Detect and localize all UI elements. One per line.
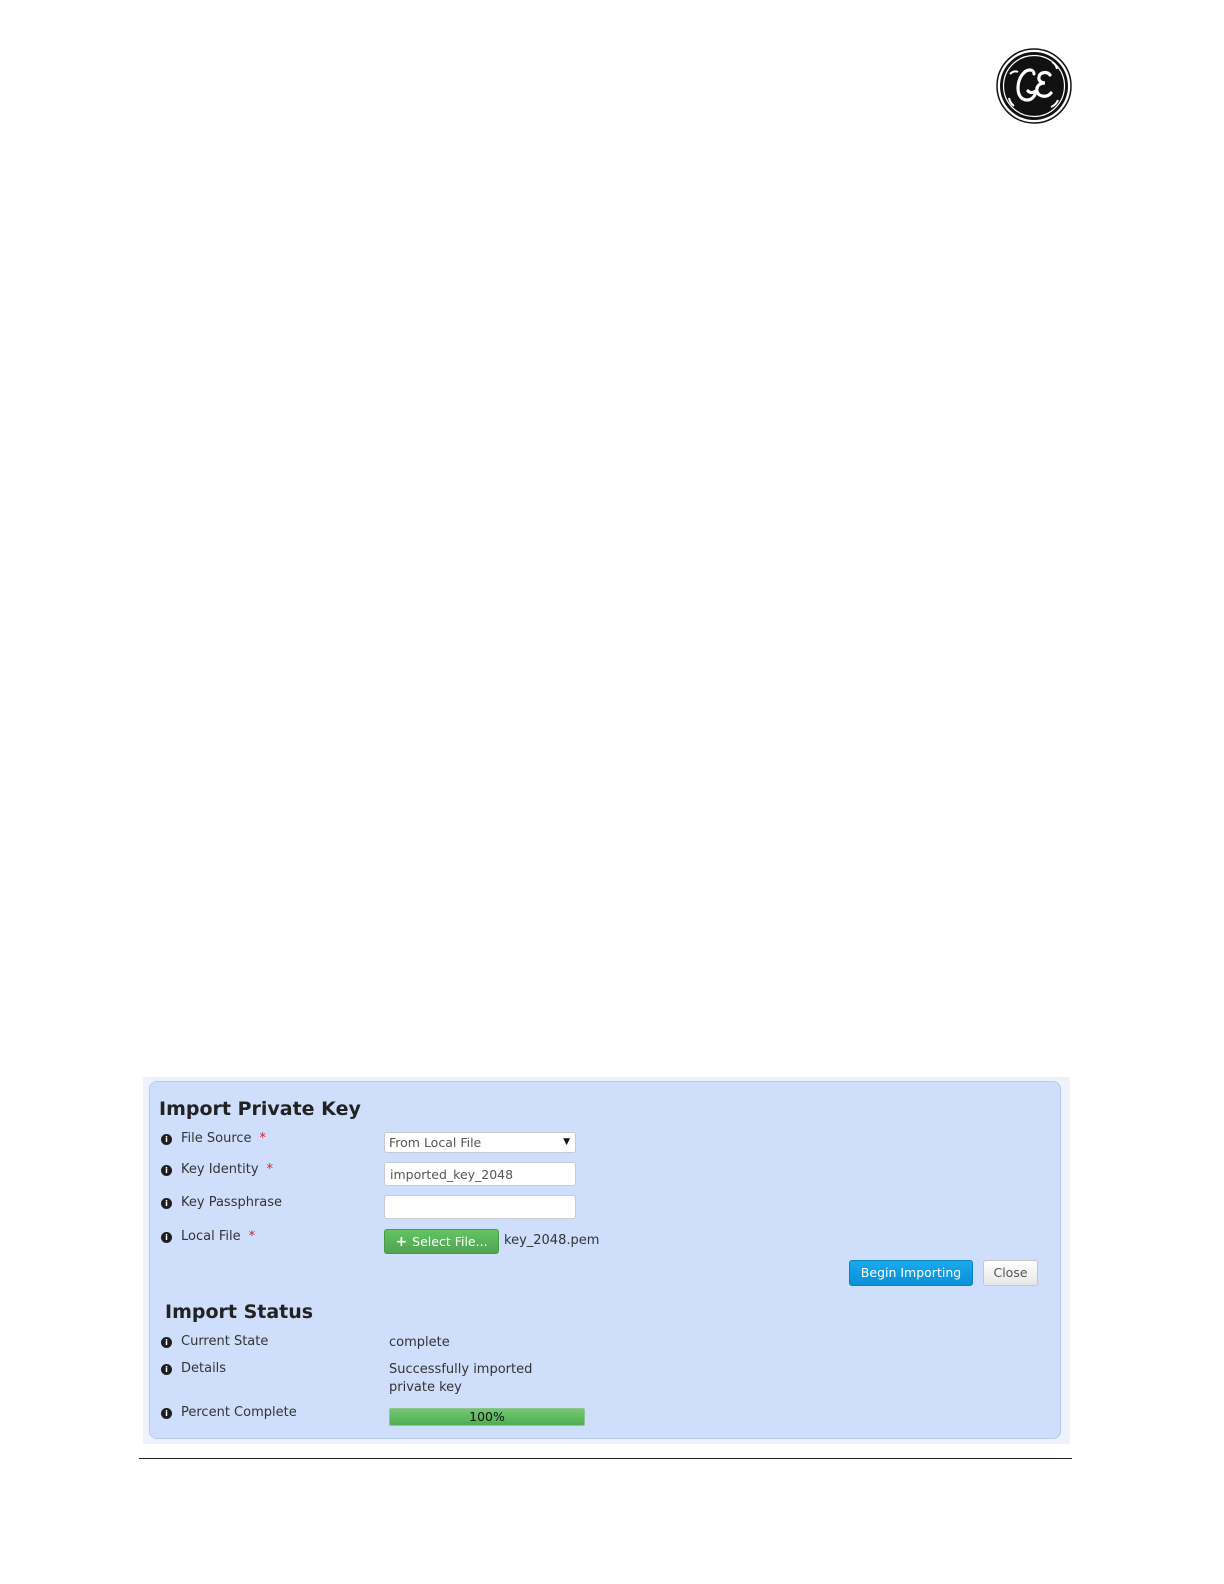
details-value: Successfully imported private key <box>389 1361 532 1397</box>
percent-complete-label: Percent Complete <box>181 1405 297 1420</box>
key-identity-label: Key Identity * <box>181 1162 274 1177</box>
footer-rule <box>139 1458 1072 1459</box>
file-source-selected-value: From Local File <box>389 1135 482 1150</box>
required-marker: * <box>248 1229 256 1244</box>
info-icon[interactable]: i <box>161 1232 172 1243</box>
percent-complete-progress-bar: 100% <box>389 1408 585 1426</box>
plus-icon: + <box>395 1234 408 1250</box>
import-dialog-screenshot: Import Private Key i File Source * From L… <box>143 1077 1070 1444</box>
ge-logo <box>996 48 1072 124</box>
current-state-label: Current State <box>181 1334 269 1349</box>
info-icon[interactable]: i <box>161 1408 172 1419</box>
info-icon[interactable]: i <box>161 1198 172 1209</box>
current-state-value: complete <box>389 1335 450 1350</box>
begin-importing-button[interactable]: Begin Importing <box>849 1260 973 1286</box>
info-icon[interactable]: i <box>161 1165 172 1176</box>
close-button[interactable]: Close <box>983 1260 1038 1286</box>
required-marker: * <box>259 1131 267 1146</box>
key-passphrase-label: Key Passphrase <box>181 1195 283 1210</box>
dropdown-arrow-icon: ▼ <box>563 1137 570 1147</box>
select-file-button[interactable]: + Select File... <box>384 1229 499 1254</box>
file-source-label: File Source * <box>181 1131 267 1146</box>
import-private-key-title: Import Private Key <box>159 1098 361 1120</box>
import-private-key-panel: Import Private Key i File Source * From L… <box>149 1081 1061 1439</box>
details-value-line: Successfully imported <box>389 1362 533 1377</box>
info-icon[interactable]: i <box>161 1364 172 1375</box>
details-value-line: private key <box>389 1380 462 1395</box>
key-identity-input[interactable] <box>384 1162 576 1186</box>
selected-file-name: key_2048.pem <box>504 1233 600 1248</box>
info-icon[interactable]: i <box>161 1134 172 1145</box>
progress-text: 100% <box>469 1409 505 1424</box>
info-icon[interactable]: i <box>161 1337 172 1348</box>
details-label: Details <box>181 1361 227 1376</box>
file-source-select[interactable]: From Local File ▼ <box>384 1132 576 1153</box>
key-passphrase-input[interactable] <box>384 1195 576 1219</box>
select-file-label: Select File... <box>412 1234 488 1249</box>
required-marker: * <box>266 1162 274 1177</box>
import-status-title: Import Status <box>165 1301 314 1323</box>
local-file-label: Local File * <box>181 1229 256 1244</box>
